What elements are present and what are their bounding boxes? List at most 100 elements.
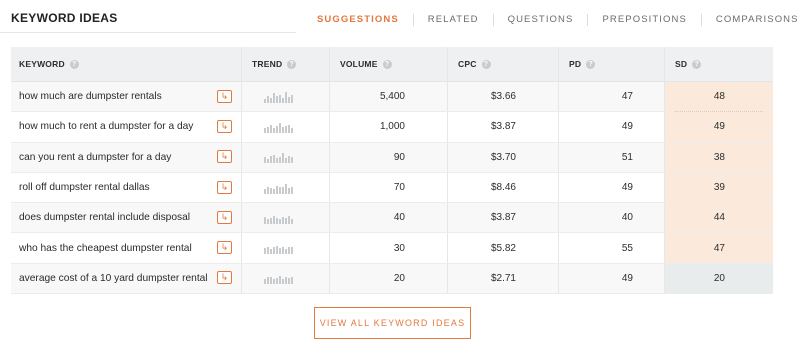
trend-bar bbox=[267, 126, 269, 133]
trend-bar bbox=[282, 279, 284, 285]
tab-prepositions[interactable]: PREPOSITIONS bbox=[587, 14, 700, 26]
trend-bar bbox=[291, 277, 293, 285]
view-all-keyword-ideas-button[interactable]: VIEW ALL KEYWORD IDEAS bbox=[314, 307, 471, 339]
help-icon[interactable]: ? bbox=[382, 59, 392, 69]
column-label: TREND bbox=[252, 59, 283, 69]
column-label: KEYWORD bbox=[19, 59, 65, 69]
trend-bar bbox=[273, 127, 275, 133]
trend-bar bbox=[285, 277, 287, 285]
volume-cell: 5,400 bbox=[329, 82, 447, 112]
trend-sparkline bbox=[264, 91, 293, 103]
trend-bar bbox=[285, 217, 287, 224]
trend-bar bbox=[288, 247, 290, 255]
keyword-cell: average cost of a 10 yard dumpster renta… bbox=[11, 264, 241, 293]
column-header-trend[interactable]: TREND ? bbox=[241, 47, 329, 81]
column-label: SD bbox=[675, 59, 688, 69]
trend-bar bbox=[273, 188, 275, 194]
open-keyword-icon[interactable]: ↳ bbox=[217, 210, 232, 224]
table-row: can you rent a dumpster for a day ↳ 90 $… bbox=[11, 142, 773, 173]
column-label: VOLUME bbox=[340, 59, 378, 69]
column-header-keyword[interactable]: KEYWORD ? bbox=[11, 47, 241, 81]
table-row: how much are dumpster rentals ↳ 5,400 $3… bbox=[11, 82, 773, 113]
trend-bar bbox=[291, 218, 293, 224]
trend-bar bbox=[288, 156, 290, 164]
trend-bar bbox=[270, 249, 272, 255]
open-keyword-icon[interactable]: ↳ bbox=[217, 150, 232, 164]
trend-bar bbox=[276, 217, 278, 224]
open-keyword-icon[interactable]: ↳ bbox=[217, 89, 232, 103]
column-header-volume[interactable]: VOLUME ? bbox=[329, 47, 447, 81]
trend-cell bbox=[241, 82, 329, 112]
table-row: how much to rent a dumpster for a day ↳ … bbox=[11, 112, 773, 143]
help-icon[interactable]: ? bbox=[481, 59, 491, 69]
open-keyword-icon[interactable]: ↳ bbox=[217, 241, 232, 255]
trend-bar bbox=[276, 185, 278, 194]
trend-bar bbox=[270, 217, 272, 224]
keyword-text[interactable]: who has the cheapest dumpster rental bbox=[19, 243, 192, 254]
cpc-cell: $2.71 bbox=[447, 263, 558, 294]
help-icon[interactable]: ? bbox=[69, 59, 79, 69]
trend-bar bbox=[279, 218, 281, 224]
keyword-text[interactable]: how much to rent a dumpster for a day bbox=[19, 121, 193, 132]
sd-cell: 47 bbox=[664, 233, 773, 263]
keyword-text[interactable]: can you rent a dumpster for a day bbox=[19, 152, 171, 163]
sd-cell: 44 bbox=[664, 203, 773, 233]
trend-bar bbox=[264, 188, 266, 194]
keyword-text[interactable]: does dumpster rental include disposal bbox=[19, 212, 190, 223]
table-row: average cost of a 10 yard dumpster renta… bbox=[11, 263, 773, 295]
sd-value: 39 bbox=[713, 182, 725, 194]
trend-bar bbox=[279, 248, 281, 255]
keyword-text[interactable]: how much are dumpster rentals bbox=[19, 91, 162, 102]
trend-bar bbox=[270, 156, 272, 164]
cpc-cell: $5.82 bbox=[447, 233, 558, 263]
open-keyword-icon[interactable]: ↳ bbox=[217, 119, 232, 133]
trend-bar bbox=[264, 157, 266, 164]
tab-related[interactable]: RELATED bbox=[412, 14, 493, 26]
keyword-cell: can you rent a dumpster for a day ↳ bbox=[11, 143, 241, 172]
sd-value: 48 bbox=[713, 91, 725, 103]
trend-sparkline bbox=[264, 272, 293, 285]
sd-cell: 48 bbox=[664, 82, 773, 113]
tab-suggestions[interactable]: SUGGESTIONS bbox=[300, 14, 413, 26]
open-keyword-icon[interactable]: ↳ bbox=[217, 271, 232, 285]
trend-bar bbox=[288, 96, 290, 103]
column-header-pd[interactable]: PD ? bbox=[558, 47, 664, 81]
trend-sparkline bbox=[264, 121, 293, 133]
tab-questions[interactable]: QUESTIONS bbox=[492, 14, 588, 26]
trend-bar bbox=[276, 158, 278, 164]
help-icon[interactable]: ? bbox=[692, 59, 702, 69]
trend-bar bbox=[279, 276, 281, 285]
trend-bar bbox=[282, 186, 284, 194]
column-label: CPC bbox=[458, 59, 477, 69]
trend-cell bbox=[241, 172, 329, 203]
trend-bar bbox=[264, 216, 266, 224]
trend-bar bbox=[279, 94, 281, 103]
table-row: does dumpster rental include disposal ↳ … bbox=[11, 203, 773, 234]
keyword-text[interactable]: roll off dumpster rental dallas bbox=[19, 182, 150, 193]
trend-bar bbox=[267, 247, 269, 255]
open-keyword-icon[interactable]: ↳ bbox=[217, 180, 232, 194]
cpc-cell: $3.87 bbox=[447, 203, 558, 233]
help-icon[interactable]: ? bbox=[287, 59, 297, 69]
tab-comparisons[interactable]: COMPARISONS bbox=[700, 14, 800, 26]
tab-bar: SUGGESTIONS RELATED QUESTIONS PREPOSITIO… bbox=[300, 13, 800, 27]
cpc-cell: $3.87 bbox=[447, 112, 558, 142]
trend-bar bbox=[270, 97, 272, 103]
trend-bar bbox=[273, 215, 275, 224]
volume-cell: 40 bbox=[329, 203, 447, 233]
column-header-sd[interactable]: SD ? bbox=[664, 47, 773, 81]
sd-value: 47 bbox=[713, 242, 725, 254]
trend-sparkline bbox=[264, 242, 293, 255]
trend-bar bbox=[267, 186, 269, 194]
keyword-text[interactable]: average cost of a 10 yard dumpster renta… bbox=[19, 273, 208, 284]
trend-bar bbox=[282, 216, 284, 224]
table-header: KEYWORD ? TREND ? VOLUME ? CPC ? PD ? SD… bbox=[11, 47, 773, 82]
trend-bar bbox=[282, 153, 284, 164]
trend-bar bbox=[276, 246, 278, 255]
table-body: how much are dumpster rentals ↳ 5,400 $3… bbox=[11, 82, 773, 295]
pd-cell: 49 bbox=[558, 263, 664, 294]
help-icon[interactable]: ? bbox=[586, 59, 596, 69]
column-header-cpc[interactable]: CPC ? bbox=[447, 47, 558, 81]
trend-bar bbox=[270, 277, 272, 285]
trend-bar bbox=[288, 215, 290, 224]
